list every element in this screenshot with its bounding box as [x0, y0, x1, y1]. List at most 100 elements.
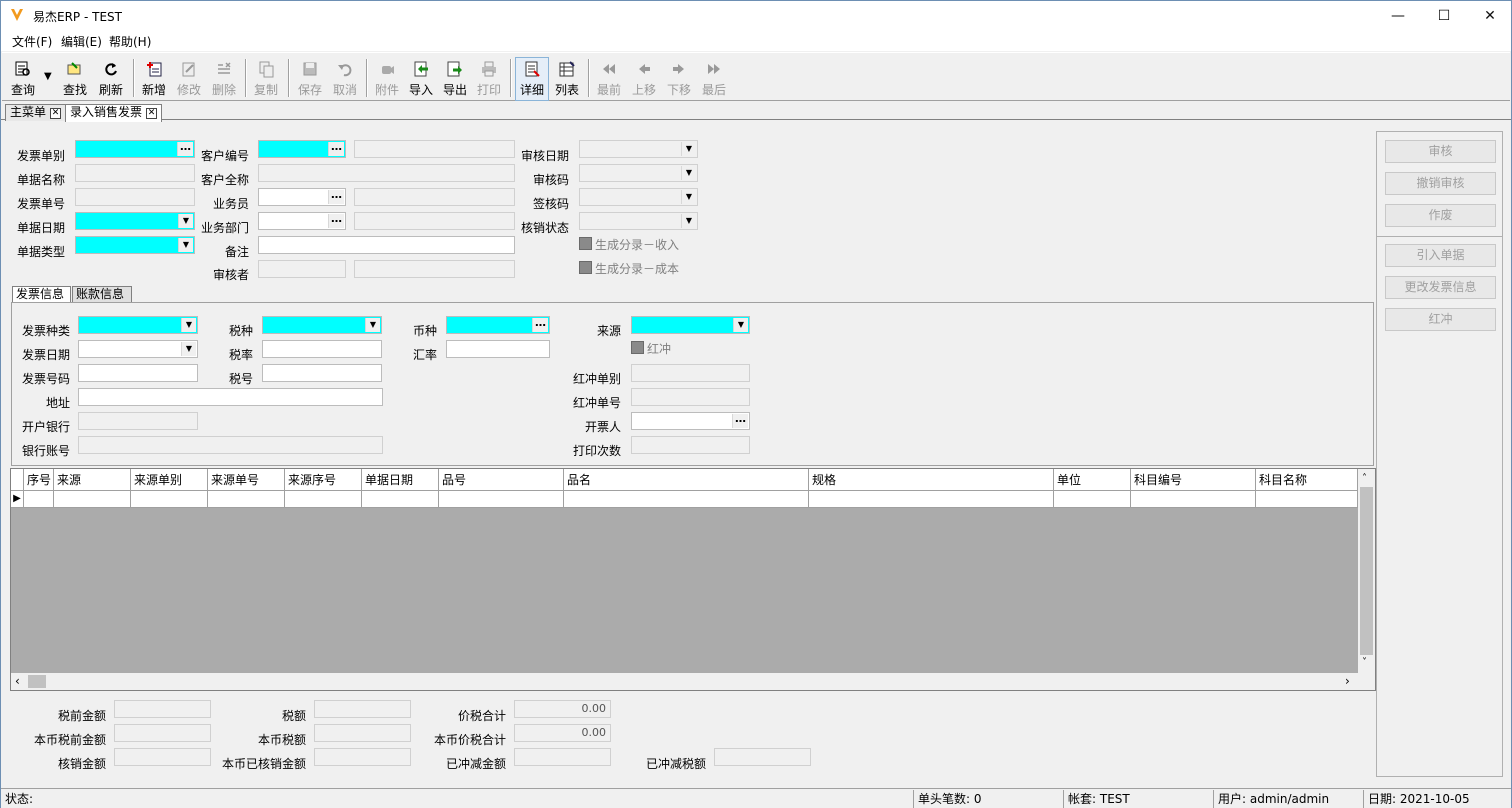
scroll-down-icon[interactable]: ˅ [1362, 657, 1367, 668]
menu-edit[interactable]: 编辑(E) [61, 33, 102, 50]
grid-header[interactable]: 来源序号 [285, 469, 362, 491]
local-total-with-tax-field[interactable]: 0.00 [514, 724, 611, 742]
grid-cell[interactable] [1256, 491, 1358, 508]
menu-file[interactable]: 文件(F) [12, 33, 52, 50]
pretax-amount-field[interactable] [114, 700, 211, 718]
print-button[interactable]: 打印 [474, 60, 504, 100]
chevron-down-icon[interactable]: ▼ [178, 214, 193, 228]
lookup-icon[interactable]: … [732, 413, 748, 428]
scroll-right-icon[interactable]: › [1345, 674, 1350, 688]
auditor-field[interactable] [258, 260, 346, 278]
customer-code-name-field[interactable] [354, 140, 515, 158]
grid-cell[interactable] [54, 491, 131, 508]
close-tab-icon[interactable]: ✕ [50, 108, 62, 119]
cancel-audit-button[interactable]: 撤销审核 [1385, 172, 1496, 195]
tax-rate-field[interactable] [262, 340, 382, 358]
lookup-icon[interactable]: … [328, 141, 344, 156]
grid-cell[interactable] [24, 491, 54, 508]
writeoff-amount-field[interactable] [114, 748, 211, 766]
grid-cell[interactable] [208, 491, 285, 508]
writeoff-status-field[interactable]: ▼ [579, 212, 698, 230]
first-record-button[interactable]: 最前 [594, 60, 624, 100]
grid-header[interactable]: 单位 [1054, 469, 1131, 491]
scroll-up-icon[interactable]: ˄ [1362, 473, 1367, 484]
tab-sales-invoice[interactable]: 录入销售发票 ✕ [65, 104, 163, 122]
salesperson-field[interactable]: … [258, 188, 346, 206]
invoice-type-field[interactable]: … [75, 140, 195, 158]
offset-amount-field[interactable] [514, 748, 611, 766]
find-button[interactable]: 查找 [60, 60, 90, 100]
last-record-button[interactable]: 最后 [699, 60, 729, 100]
chevron-down-icon[interactable]: ▼ [181, 342, 196, 356]
save-button[interactable]: 保存 [295, 60, 325, 100]
exchange-rate-field[interactable] [446, 340, 550, 358]
tax-type-field[interactable]: ▼ [262, 316, 382, 334]
vertical-scroll-thumb[interactable] [1360, 487, 1373, 655]
chevron-down-icon[interactable]: ▼ [681, 214, 696, 228]
query-dropdown-icon[interactable]: ▼ [44, 71, 52, 82]
lookup-icon[interactable]: … [177, 141, 193, 156]
audit-button[interactable]: 审核 [1385, 140, 1496, 163]
refresh-button[interactable]: 刷新 [96, 60, 126, 100]
sign-code-field[interactable]: ▼ [579, 188, 698, 206]
invoice-date-field[interactable]: ▼ [78, 340, 198, 358]
audit-date-field[interactable]: ▼ [579, 140, 698, 158]
chevron-down-icon[interactable]: ▼ [365, 318, 380, 332]
grid-header[interactable]: 科目编号 [1131, 469, 1256, 491]
grid-header[interactable]: 规格 [809, 469, 1054, 491]
red-doc-no-field[interactable] [631, 388, 750, 406]
move-down-button[interactable]: 下移 [664, 60, 694, 100]
chevron-down-icon[interactable]: ▼ [178, 238, 193, 252]
invoice-number-field[interactable] [78, 364, 198, 382]
grid-cell[interactable] [809, 491, 1054, 508]
bank-account-field[interactable] [78, 436, 383, 454]
department-field[interactable]: … [258, 212, 346, 230]
total-with-tax-field[interactable]: 0.00 [514, 700, 611, 718]
detail-grid[interactable]: 序号 来源 来源单别 来源单号 来源序号 单据日期 品号 品名 规格 单位 科目… [10, 468, 1376, 691]
maximize-button[interactable]: ☐ [1421, 1, 1467, 31]
cancel-button[interactable]: 取消 [330, 60, 360, 100]
copy-button[interactable]: 复制 [251, 60, 281, 100]
menu-help[interactable]: 帮助(H) [109, 33, 151, 50]
address-field[interactable] [78, 388, 383, 406]
gen-entry-income-checkbox[interactable] [579, 237, 592, 250]
tab-main-menu[interactable]: 主菜单 ✕ [5, 104, 67, 121]
doc-name-field[interactable] [75, 164, 195, 182]
export-button[interactable]: 导出 [440, 60, 470, 100]
remark-field[interactable] [258, 236, 515, 254]
audit-code-field[interactable]: ▼ [579, 164, 698, 182]
delete-button[interactable]: 删除 [209, 60, 239, 100]
void-button[interactable]: 作废 [1385, 204, 1496, 227]
close-button[interactable]: ✕ [1467, 1, 1512, 31]
local-pretax-amount-field[interactable] [114, 724, 211, 742]
doc-date-field[interactable]: ▼ [75, 212, 195, 230]
gen-entry-cost-checkbox[interactable] [579, 261, 592, 274]
grid-header[interactable]: 科目名称 [1256, 469, 1358, 491]
invoice-no-field[interactable] [75, 188, 195, 206]
grid-header[interactable]: 序号 [24, 469, 54, 491]
detail-button[interactable]: 详细 [515, 57, 549, 101]
red-reverse-checkbox[interactable] [631, 341, 644, 354]
vertical-scrollbar[interactable]: ˄ ˅ [1358, 469, 1375, 690]
source-field[interactable]: ▼ [631, 316, 750, 334]
lookup-icon[interactable]: … [328, 213, 344, 228]
grid-header[interactable]: 来源单号 [208, 469, 285, 491]
tab-payment-info[interactable]: 账款信息 [72, 286, 132, 303]
local-tax-amount-field[interactable] [314, 724, 411, 742]
invoice-kind-field[interactable]: ▼ [78, 316, 198, 334]
edit-button[interactable]: 修改 [174, 60, 204, 100]
offset-tax-amount-field[interactable] [714, 748, 811, 766]
customer-fullname-field[interactable] [258, 164, 515, 182]
red-reverse-button[interactable]: 红冲 [1385, 308, 1496, 331]
chevron-down-icon[interactable]: ▼ [681, 166, 696, 180]
grid-header[interactable]: 来源单别 [131, 469, 208, 491]
chevron-down-icon[interactable]: ▼ [681, 142, 696, 156]
scroll-left-icon[interactable]: ‹ [15, 674, 20, 688]
import-document-button[interactable]: 引入单据 [1385, 244, 1496, 267]
print-count-field[interactable] [631, 436, 750, 454]
grid-cell[interactable] [362, 491, 439, 508]
minimize-button[interactable]: — [1375, 1, 1421, 31]
currency-field[interactable]: … [446, 316, 550, 334]
tax-number-field[interactable] [262, 364, 382, 382]
horizontal-scroll-thumb[interactable] [28, 675, 46, 688]
